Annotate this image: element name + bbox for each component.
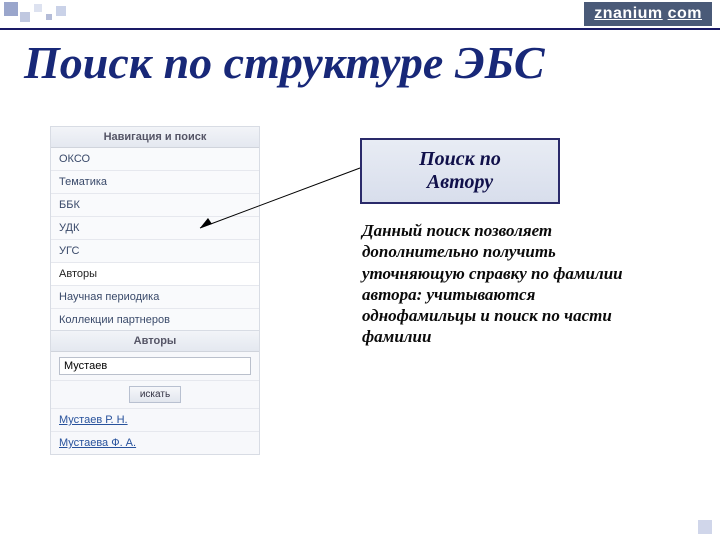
header-rule: [0, 28, 720, 30]
nav-item-ugs[interactable]: УГС: [51, 240, 259, 263]
nav-item-bbk[interactable]: ББК: [51, 194, 259, 217]
author-result-2[interactable]: Мустаева Ф. А.: [51, 432, 259, 454]
authors-panel: Авторы искать Мустаев Р. Н. Мустаева Ф. …: [50, 330, 260, 455]
slide-title: Поиск по структуре ЭБС: [24, 36, 545, 89]
nav-item-partner-collections[interactable]: Коллекции партнеров: [51, 309, 259, 332]
znanium-logo: znanium com: [584, 2, 712, 26]
nav-item-okso[interactable]: ОКСО: [51, 148, 259, 171]
search-button[interactable]: искать: [129, 386, 181, 403]
nav-item-udk[interactable]: УДК: [51, 217, 259, 240]
callout-box: Поиск по Автору: [360, 138, 560, 204]
nav-panel-header: Навигация и поиск: [51, 127, 259, 148]
nav-item-avtory[interactable]: Авторы: [51, 263, 259, 286]
callout-line2: Автору: [427, 171, 493, 193]
author-result-1[interactable]: Мустаев Р. Н.: [51, 409, 259, 432]
authors-panel-header: Авторы: [51, 331, 259, 352]
footer-decoration: [698, 520, 712, 534]
description-text: Данный поиск позволяет дополнительно пол…: [362, 220, 642, 348]
nav-item-tematika[interactable]: Тематика: [51, 171, 259, 194]
callout-line1: Поиск по: [419, 148, 501, 170]
nav-item-periodika[interactable]: Научная периодика: [51, 286, 259, 309]
author-search-input[interactable]: [59, 357, 251, 375]
